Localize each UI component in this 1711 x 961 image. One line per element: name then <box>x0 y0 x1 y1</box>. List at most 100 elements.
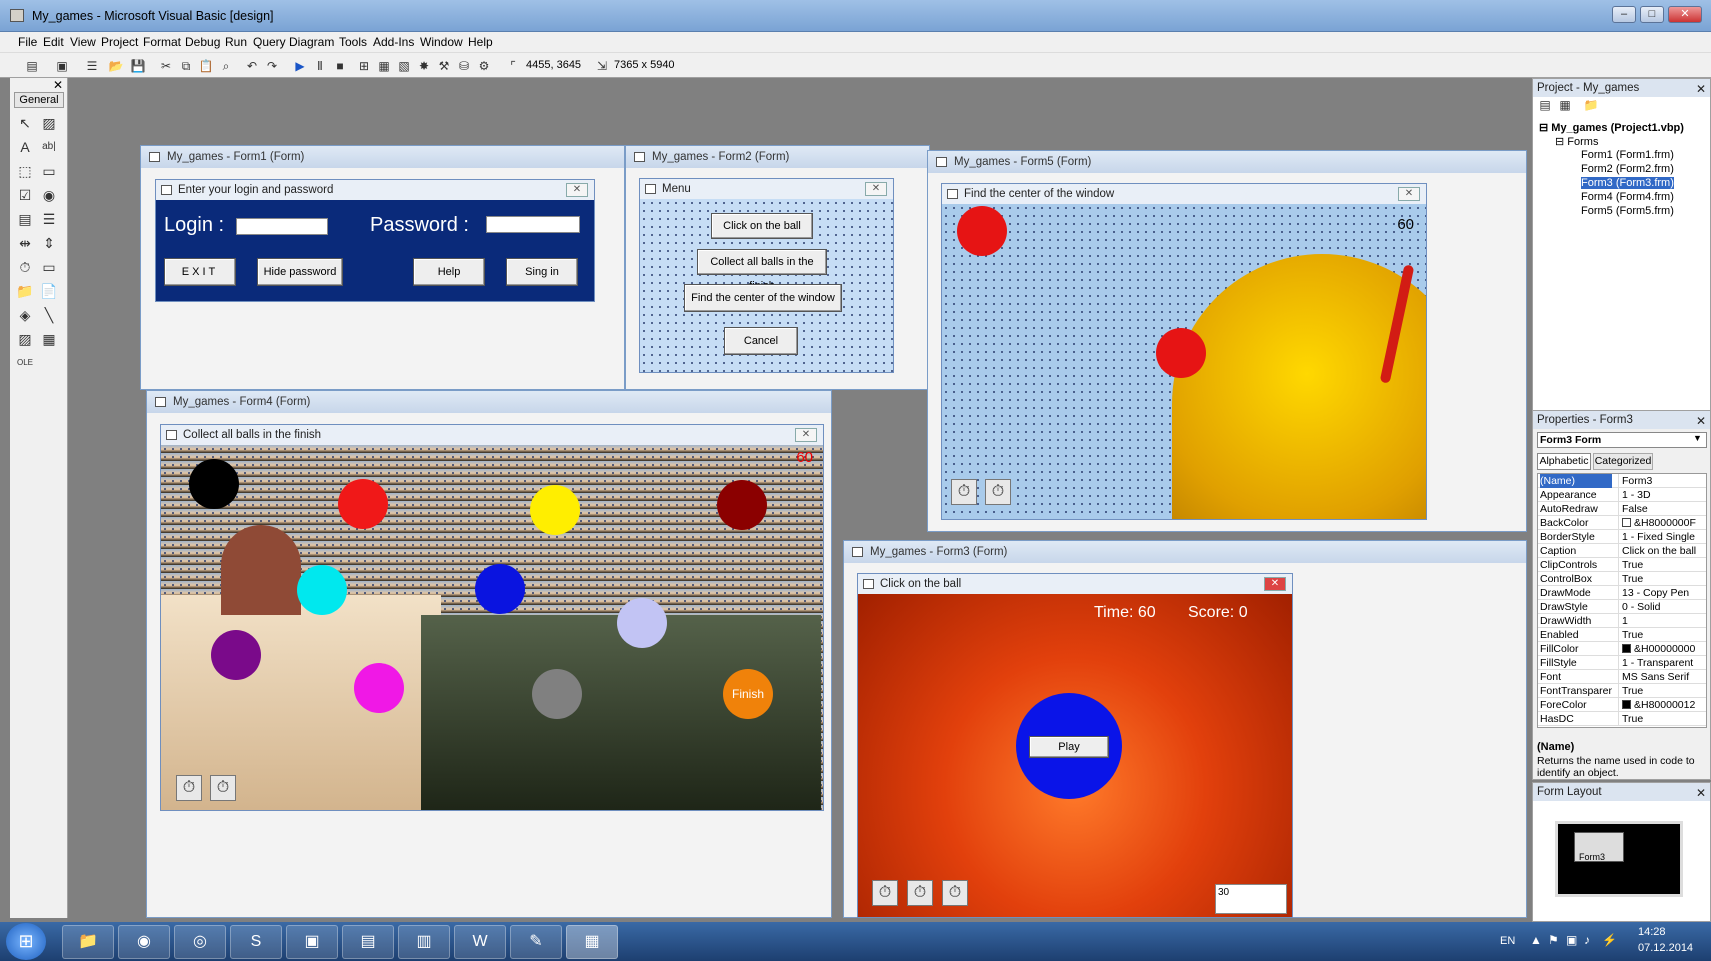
tree-item-form3[interactable]: Form3 (Form3.frm) <box>1581 177 1674 189</box>
prop-name[interactable]: DrawWidth <box>1540 614 1612 628</box>
seconds-input[interactable]: 30 <box>1215 884 1287 914</box>
timer-icon[interactable]: ⏱ <box>942 880 968 906</box>
prop-name[interactable]: Font <box>1540 670 1612 684</box>
prop-name[interactable]: Appearance <box>1540 488 1612 502</box>
prop-value[interactable]: True <box>1618 628 1706 642</box>
prop-name[interactable]: ClipControls <box>1540 558 1612 572</box>
media-task-icon[interactable]: ◎ <box>174 925 226 959</box>
tree-item-form1[interactable]: Form1 (Form1.frm) <box>1581 149 1674 161</box>
find-center-button[interactable]: Find the center of the window <box>684 284 842 312</box>
close-icon[interactable]: ✕ <box>1398 187 1420 201</box>
add-form-icon[interactable]: ▣ <box>54 58 70 74</box>
form1-window[interactable]: Enter your login and password ✕ Login : P… <box>155 179 595 302</box>
timer-icon[interactable]: ⏱ <box>907 880 933 906</box>
copy-icon[interactable]: ⧉ <box>178 58 194 74</box>
chevron-down-icon[interactable]: ▼ <box>1693 433 1702 443</box>
menu-add-ins[interactable]: Add-Ins <box>373 35 414 49</box>
component-manager-icon[interactable]: ⚙ <box>476 58 492 74</box>
prop-value[interactable]: MS Sans Serif <box>1618 670 1706 684</box>
tree-item-form2[interactable]: Form2 (Form2.frm) <box>1581 163 1674 175</box>
login-input[interactable] <box>236 218 328 235</box>
prop-name[interactable]: DrawMode <box>1540 586 1612 600</box>
black-ball[interactable] <box>189 459 239 509</box>
close-icon[interactable]: ✕ <box>1696 80 1706 98</box>
menu-editor-icon[interactable]: ☰ <box>84 58 100 74</box>
word-task-icon[interactable]: W <box>454 925 506 959</box>
add-project-icon[interactable]: ▤ <box>24 58 40 74</box>
cancel-button[interactable]: Cancel <box>724 327 798 355</box>
finish-ball[interactable]: Finish <box>723 669 773 719</box>
form4-window[interactable]: Collect all balls in the finish ✕ Finish … <box>160 424 824 811</box>
start-button[interactable]: ⊞ <box>6 923 46 960</box>
close-icon[interactable]: ✕ <box>1264 577 1286 591</box>
hscrollbar-tool-icon[interactable]: ⇹ <box>16 234 34 252</box>
click-ball-button[interactable]: Click on the ball <box>711 213 813 239</box>
view-object-icon[interactable]: ▦ <box>1557 97 1573 113</box>
line-tool-icon[interactable]: ╲ <box>40 306 58 324</box>
timer-tool-icon[interactable]: ⏱ <box>16 258 34 276</box>
prop-name[interactable]: Enabled <box>1540 628 1612 642</box>
properties-window-icon[interactable]: ▦ <box>376 58 392 74</box>
view-code-icon[interactable]: ▤ <box>1537 97 1553 113</box>
object-selector[interactable]: Form3 Form <box>1537 432 1707 448</box>
prop-value[interactable]: &H00000000 <box>1618 642 1706 656</box>
yellow-ball[interactable] <box>530 485 580 535</box>
timer-icon[interactable]: ⏱ <box>951 479 977 505</box>
cut-icon[interactable]: ✂ <box>158 58 174 74</box>
layout-form3-preview[interactable]: Form3 <box>1574 832 1624 862</box>
picturebox-tool-icon[interactable]: ▨ <box>40 114 58 132</box>
vb6-task-icon[interactable]: ▦ <box>566 925 618 959</box>
pointer-tool-icon[interactable]: ↖ <box>16 114 34 132</box>
form3-window[interactable]: Click on the ball ✕ Time: 60 Score: 0 Pla… <box>857 573 1293 918</box>
archive-task-icon[interactable]: ▤ <box>342 925 394 959</box>
prop-name[interactable]: ForeColor <box>1540 698 1612 712</box>
toolbox-tab-general[interactable]: General <box>14 92 64 108</box>
label-tool-icon[interactable]: A <box>16 138 34 156</box>
project-root[interactable]: ⊟ My_games (Project1.vbp) <box>1539 121 1684 134</box>
maximize-button[interactable]: □ <box>1640 6 1664 23</box>
data-view-icon[interactable]: ⛁ <box>456 58 472 74</box>
exit-button[interactable]: EXIT <box>164 258 236 286</box>
prop-value[interactable]: True <box>1618 572 1706 586</box>
close-icon[interactable]: ✕ <box>1696 412 1706 430</box>
stop-icon[interactable]: ■ <box>332 58 348 74</box>
play-button[interactable]: Play <box>1029 736 1109 758</box>
menu-edit[interactable]: Edit <box>43 35 64 49</box>
flag-icon[interactable]: ⚑ <box>1548 933 1559 947</box>
menu-tools[interactable]: Tools <box>339 35 367 49</box>
textbox-tool-icon[interactable]: ab| <box>40 138 58 156</box>
form5-window[interactable]: Find the center of the window ✕ 60 ⏱ ⏱ <box>941 183 1427 520</box>
optionbutton-tool-icon[interactable]: ◉ <box>40 186 58 204</box>
blue-ball[interactable] <box>475 564 525 614</box>
prop-name[interactable]: ControlBox <box>1540 572 1612 586</box>
open-icon[interactable]: 📂 <box>108 58 124 74</box>
purple-ball[interactable] <box>211 630 261 680</box>
form1-designer-window[interactable]: My_games - Form1 (Form) Enter your login… <box>140 145 625 390</box>
vscrollbar-tool-icon[interactable]: ⇕ <box>40 234 58 252</box>
commandbutton-tool-icon[interactable]: ▭ <box>40 162 58 180</box>
timer-icon[interactable]: ⏱ <box>210 775 236 801</box>
chrome-task-icon[interactable]: ◉ <box>118 925 170 959</box>
language-indicator[interactable]: EN <box>1500 935 1515 947</box>
listbox-tool-icon[interactable]: ☰ <box>40 210 58 228</box>
prop-name[interactable]: HasDC <box>1540 712 1612 726</box>
red-ball[interactable] <box>1156 328 1206 378</box>
image-tool-icon[interactable]: ▨ <box>16 330 34 348</box>
prop-name[interactable]: BackColor <box>1540 516 1612 530</box>
menu-run[interactable]: Run <box>225 35 247 49</box>
timer-icon[interactable]: ⏱ <box>872 880 898 906</box>
prop-value[interactable]: &H80000012 <box>1618 698 1706 712</box>
menu-diagram[interactable]: Diagram <box>289 35 334 49</box>
red-ball[interactable] <box>338 479 388 529</box>
prop-value[interactable]: 1 - Transparent <box>1618 656 1706 670</box>
dark-red-ball[interactable] <box>717 480 767 530</box>
collect-balls-button[interactable]: Collect all balls in the finish <box>697 249 827 292</box>
tree-item-form4[interactable]: Form4 (Form4.frm) <box>1581 191 1674 203</box>
network-icon[interactable]: ▣ <box>1566 933 1577 947</box>
prop-name[interactable]: BorderStyle <box>1540 530 1612 544</box>
prop-name[interactable]: FillStyle <box>1540 656 1612 670</box>
menu-view[interactable]: View <box>70 35 96 49</box>
shape-tool-icon[interactable]: ◈ <box>16 306 34 324</box>
minimize-button[interactable]: – <box>1612 6 1636 23</box>
prop-name[interactable]: AutoRedraw <box>1540 502 1612 516</box>
